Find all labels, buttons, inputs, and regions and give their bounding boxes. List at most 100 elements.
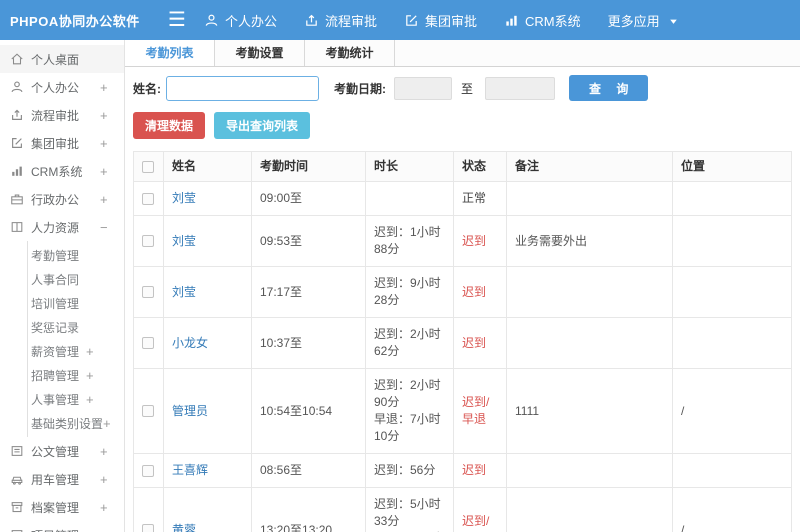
sidebar-subitem[interactable]: 基础类别设置 +: [28, 411, 124, 435]
expand-toggle-icon[interactable]: +: [100, 472, 124, 487]
employee-link[interactable]: 刘莹: [172, 191, 196, 205]
employee-link[interactable]: 小龙女: [172, 336, 208, 350]
select-all-checkbox[interactable]: [142, 160, 154, 173]
expand-toggle-icon[interactable]: +: [100, 164, 124, 179]
location-cell: /: [672, 487, 792, 532]
clear-data-button[interactable]: 清理数据: [133, 112, 206, 139]
duration-cell: 迟到：1小时88分: [365, 215, 454, 267]
flow-icon: [10, 108, 24, 122]
expand-toggle-icon[interactable]: +: [100, 500, 124, 515]
nav-item-label: CRM系统: [524, 13, 581, 29]
employee-link[interactable]: 刘莹: [172, 234, 196, 248]
expand-toggle-icon[interactable]: +: [100, 80, 124, 95]
row-checkbox-cell: [133, 181, 164, 216]
expand-toggle-icon[interactable]: +: [100, 136, 124, 151]
page-body: 个人桌面 个人办公 + 流程审批 + 集团审批 + CRM系统 + 行政办公 + 人力资源 − 考勤管理人…: [0, 40, 800, 532]
sidebar: 个人桌面 个人办公 + 流程审批 + 集团审批 + CRM系统 + 行政办公 + 人力资源 − 考勤管理人…: [0, 40, 125, 532]
duration-cell: [365, 181, 454, 216]
name-cell: 刘莹: [163, 266, 252, 318]
search-button[interactable]: 查 询: [569, 75, 649, 101]
name-input[interactable]: [166, 75, 319, 101]
sidebar-item[interactable]: 个人办公 +: [0, 73, 124, 101]
sidebar-subitem[interactable]: 考勤管理: [28, 243, 124, 267]
flow-icon: [304, 13, 319, 28]
expand-toggle-icon[interactable]: −: [100, 220, 124, 235]
employee-link[interactable]: 王喜辉: [172, 463, 208, 477]
duration-cell: 迟到：5小时33分早退：4小时67分: [365, 487, 454, 532]
sidebar-item[interactable]: 项目管理+: [0, 521, 124, 532]
time-cell: 09:53至: [251, 215, 366, 267]
row-checkbox[interactable]: [142, 524, 154, 532]
sidebar-subitem[interactable]: 培训管理: [28, 291, 124, 315]
expand-toggle-icon[interactable]: +: [86, 392, 124, 407]
export-list-button[interactable]: 导出查询列表: [214, 112, 311, 139]
sidebar-subitem[interactable]: 人事合同: [28, 267, 124, 291]
time-cell: 10:37至: [251, 317, 366, 369]
sidebar-subitem[interactable]: 人事管理 +: [28, 387, 124, 411]
user-icon: [204, 13, 219, 28]
sidebar-item[interactable]: 公文管理 +: [0, 437, 124, 465]
expand-toggle-icon[interactable]: +: [100, 528, 124, 532]
app-logo[interactable]: PHPOA协同办公软件: [0, 11, 150, 30]
sidebar-item[interactable]: 流程审批 +: [0, 101, 124, 129]
date-from-input[interactable]: [394, 76, 452, 100]
sidebar-item-label: 个人办公: [31, 80, 80, 95]
tab-1[interactable]: 考勤列表: [125, 40, 215, 66]
sidebar-item[interactable]: 行政办公 +: [0, 185, 124, 213]
expand-toggle-icon[interactable]: +: [100, 192, 124, 207]
duration-line: 迟到：2小时90分: [374, 378, 441, 409]
sidebar-item[interactable]: 集团审批 +: [0, 129, 124, 157]
duration-line: 迟到：9小时28分: [374, 276, 441, 307]
time-cell: 13:20至13:20: [251, 487, 366, 532]
sidebar-item[interactable]: 档案管理 +: [0, 493, 124, 521]
expand-toggle-icon[interactable]: +: [86, 344, 124, 359]
sidebar-subitem[interactable]: 奖惩记录: [28, 315, 124, 339]
sidebar-item[interactable]: CRM系统 +: [0, 157, 124, 185]
menu-toggle-icon[interactable]: ☰: [168, 10, 186, 30]
row-checkbox[interactable]: [142, 192, 154, 205]
tab-2[interactable]: 考勤设置: [215, 40, 305, 66]
row-checkbox[interactable]: [142, 286, 154, 299]
row-checkbox[interactable]: [142, 464, 154, 477]
expand-toggle-icon[interactable]: +: [86, 368, 124, 383]
sidebar-subitem[interactable]: 招聘管理 +: [28, 363, 124, 387]
table-row: 刘莹 17:17至 迟到：9小时28分 迟到: [133, 266, 792, 318]
sidebar-item[interactable]: 个人桌面: [0, 45, 124, 73]
sidebar-submenu: 考勤管理 人事合同 培训管理奖惩记录薪资管理 + 招聘管理 + 人事管理 + 基础类别设置 +: [27, 241, 124, 437]
location-cell: [672, 181, 792, 216]
expand-toggle-icon[interactable]: +: [100, 444, 124, 459]
row-checkbox[interactable]: [142, 235, 154, 248]
name-cell: 刘莹: [163, 215, 252, 267]
caret-icon: [666, 14, 681, 29]
duration-line: 迟到：5小时33分: [374, 497, 441, 528]
nav-item-1[interactable]: 个人办公: [204, 11, 277, 30]
sidebar-item-label: 流程审批: [31, 108, 80, 123]
sidebar-subitem[interactable]: 薪资管理 +: [28, 339, 124, 363]
nav-item-5[interactable]: 更多应用: [608, 11, 681, 30]
expand-toggle-icon[interactable]: +: [100, 108, 124, 123]
expand-toggle-icon[interactable]: +: [103, 416, 124, 431]
nav-item-2[interactable]: 流程审批: [304, 11, 377, 30]
sidebar-subitem-label: 奖惩记录: [31, 320, 80, 335]
note-cell: 1111: [506, 368, 673, 454]
tab-3[interactable]: 考勤统计: [305, 40, 395, 66]
nav-item-3[interactable]: 集团审批: [404, 11, 477, 30]
sidebar-item[interactable]: 人力资源 −: [0, 213, 124, 241]
to-label: 至: [461, 81, 474, 96]
car-icon: [10, 472, 24, 486]
employee-link[interactable]: 黄蓉: [172, 523, 196, 532]
duration-cell: 迟到：9小时28分: [365, 266, 454, 318]
employee-link[interactable]: 管理员: [172, 404, 208, 418]
row-checkbox[interactable]: [142, 405, 154, 418]
attendance-table: 姓名 考勤时间 时长 状态 备注 位置 刘莹 09:00至 正常 刘莹 09:53至 迟到：1小时8…: [133, 151, 792, 532]
sidebar-item[interactable]: 用车管理 +: [0, 465, 124, 493]
status-cell: 迟到: [453, 317, 507, 369]
row-checkbox[interactable]: [142, 337, 154, 350]
time-cell: 10:54至10:54: [251, 368, 366, 454]
status-cell: 迟到: [453, 215, 507, 267]
date-to-input[interactable]: [485, 76, 556, 100]
nav-item-4[interactable]: CRM系统: [504, 11, 581, 30]
nav-item-label: 更多应用: [607, 13, 660, 29]
action-buttons: 清理数据 导出查询列表: [125, 107, 800, 148]
employee-link[interactable]: 刘莹: [172, 285, 196, 299]
